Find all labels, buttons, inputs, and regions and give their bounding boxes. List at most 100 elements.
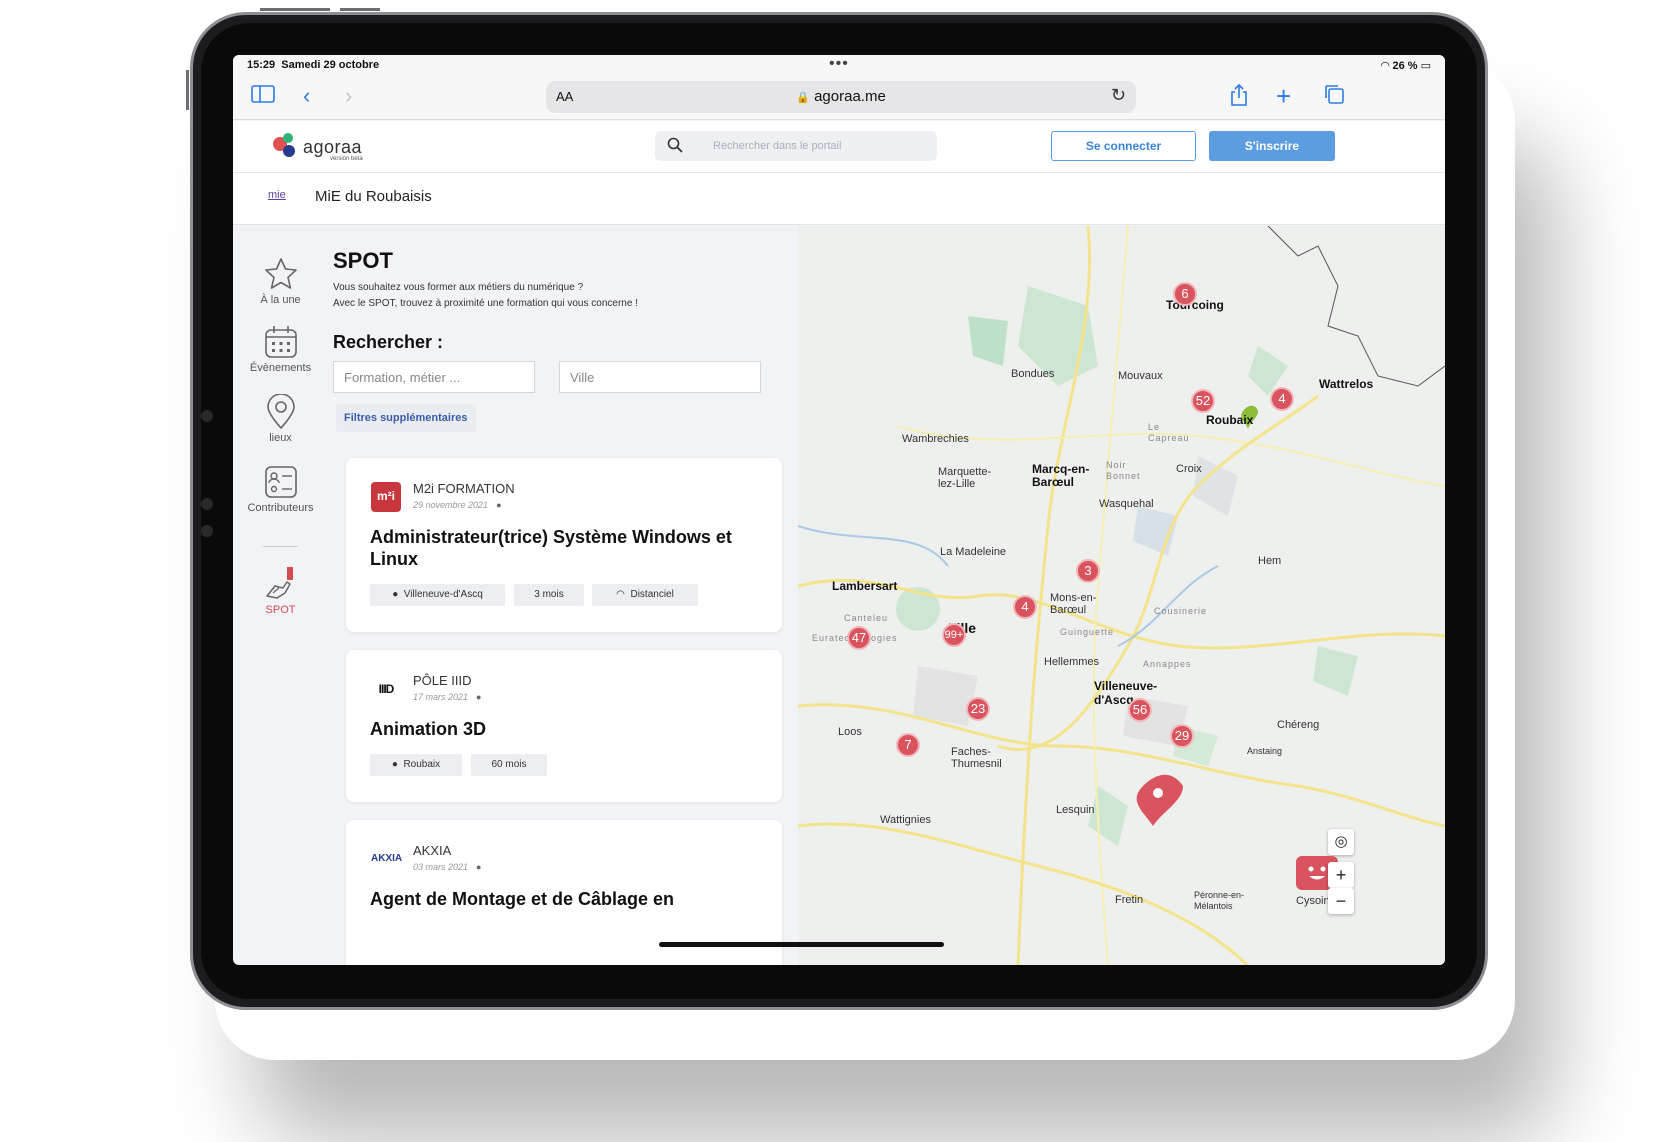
map-cluster[interactable]: 29 xyxy=(1170,724,1194,748)
map-label: Mons-en-Barœul xyxy=(1050,592,1097,616)
camera-dot xyxy=(201,525,213,537)
map-cluster[interactable]: 47 xyxy=(847,626,871,650)
organization-header: mie MiE du Roubaisis xyxy=(233,173,1445,225)
geolocate-button[interactable]: ◎ xyxy=(1328,829,1354,855)
training-title[interactable]: Administrateur(trice) Système Windows et… xyxy=(370,526,760,570)
status-bar: 15:29 Samedi 29 octobre ••• ◠ 26 % ▭ xyxy=(233,55,1445,75)
map-label: Wattignies xyxy=(880,814,931,826)
nav-label: À la une xyxy=(260,294,301,306)
wifi-icon: ◠ xyxy=(616,589,625,600)
description-line: Vous souhaitez vous former aux métiers d… xyxy=(333,282,584,293)
map-cluster[interactable]: 56 xyxy=(1128,698,1152,722)
map-label: Marquette-lez-Lille xyxy=(938,466,992,490)
m2i-logo: m²i xyxy=(371,482,401,512)
login-button[interactable]: Se connecter xyxy=(1051,131,1196,161)
training-title[interactable]: Agent de Montage et de Câblage en xyxy=(370,888,760,910)
publish-date: 29 novembre 2021 ● xyxy=(413,500,502,510)
more-filters-button[interactable]: Filtres supplémentaires xyxy=(336,404,476,432)
nav-item-contributeurs[interactable]: Contributeurs xyxy=(233,464,328,514)
sidebar-toggle-icon[interactable] xyxy=(251,83,275,109)
volume-button xyxy=(260,8,330,11)
portal-search-input[interactable]: Rechercher dans le portail xyxy=(655,131,937,161)
page-description: Vous souhaitez vous former aux métiers d… xyxy=(333,280,753,312)
agoraa-logo[interactable]: agoraa version beta xyxy=(273,133,383,163)
training-title[interactable]: Animation 3D xyxy=(370,718,760,740)
job-search-input[interactable]: Formation, métier ... xyxy=(333,361,535,393)
mie-logo[interactable]: mie xyxy=(268,189,286,201)
brand-subtitle: version beta xyxy=(330,156,363,162)
map-cluster[interactable]: 4 xyxy=(1270,387,1294,411)
location-tag: ● Roubaix xyxy=(370,754,462,776)
brand-name: agoraa xyxy=(303,137,363,157)
url-bar[interactable]: AA 🔒 agoraa.me ↻ xyxy=(546,81,1136,113)
calendar-icon xyxy=(264,326,297,358)
side-navigation: À la une Évènements lieux Contributeurs … xyxy=(233,226,328,965)
map-label: Loos xyxy=(838,726,862,738)
battery-icon: ▭ xyxy=(1420,60,1431,72)
map-cluster[interactable]: 23 xyxy=(966,697,990,721)
site-header: agoraa version beta Rechercher dans le p… xyxy=(233,121,1445,173)
search-heading: Rechercher : xyxy=(333,332,444,352)
training-card[interactable]: IIID PÔLE IIID 17 mars 2021 ● Animation 3… xyxy=(346,650,782,802)
map-label: Péronne-en-Mélantois xyxy=(1194,890,1245,911)
map-label: Fretin xyxy=(1115,894,1144,906)
location-pin-icon: ● xyxy=(391,759,398,770)
screen: 15:29 Samedi 29 octobre ••• ◠ 26 % ▭ ‹ ›… xyxy=(233,55,1445,965)
power-button xyxy=(186,70,189,110)
map-cluster[interactable]: 52 xyxy=(1191,389,1215,413)
forward-icon[interactable]: › xyxy=(345,83,352,109)
map-cluster[interactable]: 4 xyxy=(1013,595,1037,619)
map-label: Guinguette xyxy=(1060,627,1115,637)
camera-dot xyxy=(201,410,213,422)
city-search-input[interactable]: Ville xyxy=(559,361,761,393)
training-card[interactable]: m²i M2i FORMATION 29 novembre 2021 ● Admi… xyxy=(346,458,782,632)
map-label: Lesquin xyxy=(1056,804,1095,816)
zoom-out-button[interactable]: − xyxy=(1328,888,1354,914)
signup-button[interactable]: S'inscrire xyxy=(1209,131,1335,161)
reload-icon[interactable]: ↻ xyxy=(1111,85,1126,106)
organization-title: MiE du Roubaisis xyxy=(315,188,432,205)
nav-item-spot[interactable]: SPOT xyxy=(233,566,328,616)
description-line: Avec le SPOT, trouvez à proximité une fo… xyxy=(333,298,638,309)
nav-item-lieux[interactable]: lieux xyxy=(233,394,328,444)
search-placeholder: Rechercher dans le portail xyxy=(713,140,842,152)
map-label: Cousinerie xyxy=(1154,606,1208,616)
organization-name: PÔLE IIID xyxy=(413,673,472,688)
tabs-overview-icon[interactable] xyxy=(1323,83,1345,111)
search-icon xyxy=(667,137,683,153)
nav-label: lieux xyxy=(269,432,292,444)
organization-name: M2i FORMATION xyxy=(413,481,515,496)
map-cluster[interactable]: 6 xyxy=(1173,282,1197,306)
duration-tag: 60 mois xyxy=(471,754,547,776)
training-map[interactable]: Tourcoing Bondues Mouvaux Wattrelos Roub… xyxy=(798,226,1445,965)
new-tab-icon[interactable]: + xyxy=(1276,83,1291,109)
zoom-in-button[interactable]: + xyxy=(1328,862,1354,888)
nav-item-evenements[interactable]: Évènements xyxy=(233,324,328,374)
browser-toolbar: ‹ › AA 🔒 agoraa.me ↻ + xyxy=(233,75,1445,120)
publish-date: 17 mars 2021 ● xyxy=(413,692,482,702)
map-label: Le Capreau xyxy=(1148,422,1190,443)
publish-date: 03 mars 2021 ● xyxy=(413,862,482,872)
map-cluster[interactable]: 99+ xyxy=(942,623,966,647)
map-label: Chéreng xyxy=(1277,719,1320,731)
back-icon[interactable]: ‹ xyxy=(303,83,310,109)
duration-tag: 3 mois xyxy=(514,584,584,606)
battery-status: ◠ 26 % ▭ xyxy=(1380,60,1431,72)
multitask-dots[interactable]: ••• xyxy=(829,55,849,73)
map-label: Wambrechies xyxy=(902,433,969,445)
spot-icon xyxy=(265,567,293,599)
map-cluster[interactable]: 3 xyxy=(1076,559,1100,583)
nav-item-a-la-une[interactable]: À la une xyxy=(233,256,328,306)
nav-label: Évènements xyxy=(249,362,312,374)
map-label: Wattrelos xyxy=(1319,377,1374,391)
map-label: Anstaing xyxy=(1247,746,1283,756)
logo-mark xyxy=(283,145,295,157)
share-icon[interactable] xyxy=(1229,83,1249,113)
map-label: Canteleu xyxy=(844,613,889,623)
globe-icon: ● xyxy=(476,692,482,702)
map-label: Noir Bonnet xyxy=(1106,460,1141,481)
map-cluster[interactable]: 7 xyxy=(896,733,920,757)
url-text: 🔒 agoraa.me xyxy=(796,88,886,105)
nav-divider xyxy=(263,546,298,547)
map-label: Annappes xyxy=(1143,659,1192,669)
